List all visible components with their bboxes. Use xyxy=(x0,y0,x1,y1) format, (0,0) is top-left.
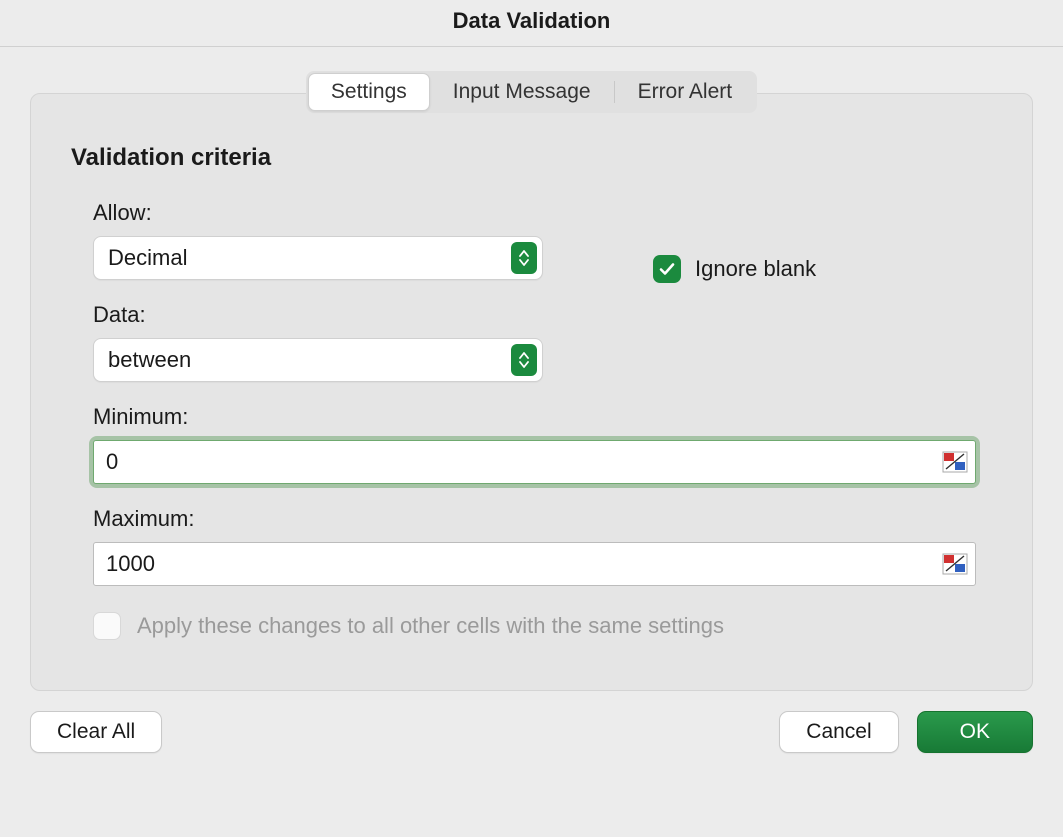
form-area: Allow: Decimal Ignore blank Dat xyxy=(71,200,1000,640)
range-picker-icon[interactable] xyxy=(942,553,968,575)
ignore-blank-row: Ignore blank xyxy=(653,255,816,283)
dialog-footer: Clear All Cancel OK xyxy=(0,691,1063,753)
data-label: Data: xyxy=(93,302,1000,328)
minimum-label: Minimum: xyxy=(93,404,1000,430)
maximum-input[interactable] xyxy=(93,542,976,586)
ok-button[interactable]: OK xyxy=(917,711,1033,753)
allow-select-value: Decimal xyxy=(108,245,187,271)
minimum-input-wrap xyxy=(93,440,976,484)
settings-panel: Validation criteria Allow: Decimal xyxy=(30,93,1033,691)
maximum-input-wrap xyxy=(93,542,976,586)
minimum-input[interactable] xyxy=(93,440,976,484)
clear-all-button[interactable]: Clear All xyxy=(30,711,162,753)
footer-right: Cancel OK xyxy=(779,711,1033,753)
tab-settings[interactable]: Settings xyxy=(308,73,430,111)
updown-stepper-icon[interactable] xyxy=(511,344,537,376)
tab-bar: Settings Input Message Error Alert xyxy=(0,71,1063,113)
allow-select[interactable]: Decimal xyxy=(93,236,543,280)
allow-label: Allow: xyxy=(93,200,543,226)
maximum-label: Maximum: xyxy=(93,506,1000,532)
range-picker-icon[interactable] xyxy=(942,451,968,473)
data-select-value: between xyxy=(108,347,191,373)
tab-group: Settings Input Message Error Alert xyxy=(306,71,757,113)
data-select-wrap: between xyxy=(93,338,543,382)
tab-error-alert[interactable]: Error Alert xyxy=(615,73,756,111)
data-select[interactable]: between xyxy=(93,338,543,382)
apply-all-label: Apply these changes to all other cells w… xyxy=(137,613,724,639)
ignore-blank-checkbox[interactable] xyxy=(653,255,681,283)
apply-all-checkbox xyxy=(93,612,121,640)
dialog-header: Data Validation xyxy=(0,0,1063,47)
ignore-blank-label: Ignore blank xyxy=(695,256,816,282)
section-title: Validation criteria xyxy=(71,144,1000,172)
cancel-button[interactable]: Cancel xyxy=(779,711,898,753)
tab-input-message[interactable]: Input Message xyxy=(430,73,614,111)
dialog-title: Data Validation xyxy=(0,8,1063,34)
apply-all-row: Apply these changes to all other cells w… xyxy=(93,612,1000,640)
allow-select-wrap: Decimal xyxy=(93,236,543,280)
updown-stepper-icon[interactable] xyxy=(511,242,537,274)
allow-row: Allow: Decimal Ignore blank xyxy=(93,200,1000,302)
